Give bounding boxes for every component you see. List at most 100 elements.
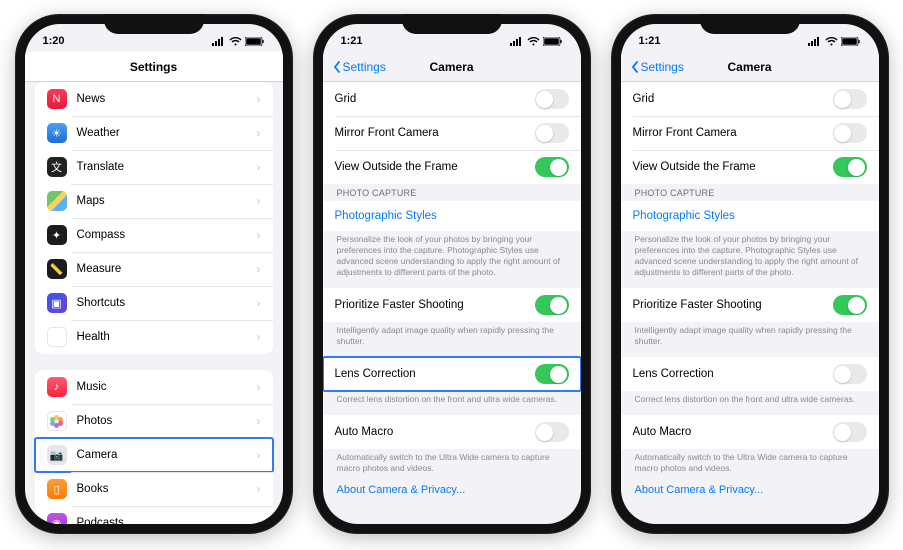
- prioritize-group: Prioritize Faster Shooting: [621, 288, 879, 322]
- chevron-right-icon: ›: [257, 296, 261, 310]
- phone-2-screen: 1:21 Settings Camera GridMirror Front Ca…: [323, 24, 581, 524]
- auto-macro-group: Auto Macro: [323, 415, 581, 449]
- nav-title: Settings: [130, 60, 177, 74]
- phone-3-screen: 1:21 Settings Camera GridMirror Front Ca…: [621, 24, 879, 524]
- lens-correction-row[interactable]: Lens Correction: [621, 357, 879, 391]
- settings-group-2: ♪Music›Photos›📷Camera›▯Books›◉Podcasts›G…: [35, 370, 273, 524]
- auto-macro-toggle[interactable]: [535, 422, 569, 442]
- settings-row-photos[interactable]: Photos›: [35, 404, 273, 438]
- settings-row-translate[interactable]: 文Translate›: [35, 150, 273, 184]
- view-outside-toggle[interactable]: [535, 157, 569, 177]
- notch: [104, 14, 204, 34]
- chevron-right-icon: ›: [257, 380, 261, 394]
- mirror-front-row[interactable]: Mirror Front Camera: [621, 116, 879, 150]
- measure-icon: 📏: [47, 259, 67, 279]
- settings-row-camera[interactable]: 📷Camera›: [35, 438, 273, 472]
- battery-icon: [245, 37, 265, 46]
- prioritize-faster-row[interactable]: Prioritize Faster Shooting: [621, 288, 879, 322]
- composition-group: Grid Mirror Front Camera View Outside the …: [621, 82, 879, 184]
- row-label: Lens Correction: [633, 368, 833, 380]
- mirror-toggle[interactable]: [535, 123, 569, 143]
- chevron-left-icon: [333, 61, 341, 73]
- settings-row-health[interactable]: ♥Health›: [35, 320, 273, 354]
- about-camera-privacy-link[interactable]: About Camera & Privacy...: [323, 476, 581, 504]
- row-label: View Outside the Frame: [633, 161, 833, 173]
- settings-row-label: Books: [77, 483, 257, 495]
- camera-icon: 📷: [47, 445, 67, 465]
- chevron-right-icon: ›: [257, 516, 261, 524]
- row-label: Auto Macro: [633, 426, 833, 438]
- chevron-right-icon: ›: [257, 126, 261, 140]
- settings-row-label: Translate: [77, 161, 257, 173]
- nav-back-button[interactable]: Settings: [333, 60, 386, 74]
- lens-correction-toggle[interactable]: [535, 364, 569, 384]
- lens-correction-toggle[interactable]: [833, 364, 867, 384]
- nav-bar: Settings Camera: [621, 52, 879, 82]
- prioritize-faster-row[interactable]: Prioritize Faster Shooting: [323, 288, 581, 322]
- settings-row-music[interactable]: ♪Music›: [35, 370, 273, 404]
- prioritize-desc: Intelligently adapt image quality when r…: [323, 322, 581, 349]
- settings-row-podcasts[interactable]: ◉ Podcasts›: [35, 506, 273, 524]
- chevron-left-icon: [631, 61, 639, 73]
- settings-row-label: News: [77, 93, 257, 105]
- settings-row-weather[interactable]: ☀Weather›: [35, 116, 273, 150]
- settings-content[interactable]: NNews›☀Weather›文Translate›Maps›✦Compass›…: [25, 82, 283, 524]
- row-label: Mirror Front Camera: [633, 127, 833, 139]
- maps-icon: [47, 191, 67, 211]
- auto-macro-row[interactable]: Auto Macro: [621, 415, 879, 449]
- camera-content[interactable]: Grid Mirror Front Camera View Outside the …: [621, 82, 879, 524]
- photographic-styles-row[interactable]: Photographic Styles: [323, 201, 581, 231]
- prioritize-toggle[interactable]: [833, 295, 867, 315]
- settings-row-measure[interactable]: 📏Measure›: [35, 252, 273, 286]
- settings-row-news[interactable]: NNews›: [35, 82, 273, 116]
- prioritize-toggle[interactable]: [535, 295, 569, 315]
- camera-content[interactable]: Grid Mirror Front CameraView Outside the …: [323, 82, 581, 524]
- signal-icon: [212, 37, 226, 46]
- auto-macro-toggle[interactable]: [833, 422, 867, 442]
- lens-desc: Correct lens distortion on the front and…: [323, 391, 581, 407]
- grid-toggle[interactable]: [535, 89, 569, 109]
- chevron-right-icon: ›: [257, 92, 261, 106]
- status-time: 1:20: [43, 35, 65, 47]
- wifi-icon: [229, 37, 242, 46]
- about-camera-privacy-link[interactable]: About Camera & Privacy...: [621, 476, 879, 504]
- grid-row[interactable]: Grid: [621, 82, 879, 116]
- status-indicators: [808, 37, 861, 46]
- photographic-styles-row[interactable]: Photographic Styles: [621, 201, 879, 231]
- settings-row-label: Podcasts: [77, 517, 257, 524]
- row-label: Lens Correction: [335, 368, 535, 380]
- view-outside-row[interactable]: View Outside the Frame: [621, 150, 879, 184]
- settings-row-books[interactable]: ▯Books›: [35, 472, 273, 506]
- row-label: Photographic Styles: [335, 210, 569, 222]
- photo-capture-header: PHOTO CAPTURE: [323, 184, 581, 201]
- grid-toggle[interactable]: [833, 89, 867, 109]
- photo-styles-group: Photographic Styles: [323, 201, 581, 231]
- nav-title: Camera: [429, 60, 473, 74]
- nav-bar: Settings: [25, 52, 283, 82]
- settings-row-maps[interactable]: Maps›: [35, 184, 273, 218]
- chevron-right-icon: ›: [257, 194, 261, 208]
- chevron-right-icon: ›: [257, 228, 261, 242]
- composition-group: Grid Mirror Front CameraView Outside the …: [323, 82, 581, 184]
- chevron-right-icon: ›: [257, 330, 261, 344]
- view-outside-toggle[interactable]: [833, 157, 867, 177]
- view-outside-row[interactable]: View Outside the Frame: [323, 150, 581, 184]
- compass-icon: ✦: [47, 225, 67, 245]
- row-label: Prioritize Faster Shooting: [335, 299, 535, 311]
- lens-correction-row[interactable]: Lens Correction: [323, 357, 581, 391]
- settings-row-shortcuts[interactable]: ▣Shortcuts›: [35, 286, 273, 320]
- settings-row-label: Shortcuts: [77, 297, 257, 309]
- nav-title: Camera: [727, 60, 771, 74]
- podcasts-icon: ◉: [47, 513, 67, 524]
- mirror-front-row[interactable]: Mirror Front Camera: [323, 116, 581, 150]
- settings-row-compass[interactable]: ✦Compass›: [35, 218, 273, 252]
- nav-back-button[interactable]: Settings: [631, 60, 684, 74]
- grid-row[interactable]: Grid: [323, 82, 581, 116]
- row-label: Grid: [335, 93, 535, 105]
- lens-group: Lens Correction: [323, 357, 581, 391]
- photo-capture-header: PHOTO CAPTURE: [621, 184, 879, 201]
- row-label: Photographic Styles: [633, 210, 867, 222]
- music-icon: ♪: [47, 377, 67, 397]
- auto-macro-row[interactable]: Auto Macro: [323, 415, 581, 449]
- mirror-toggle[interactable]: [833, 123, 867, 143]
